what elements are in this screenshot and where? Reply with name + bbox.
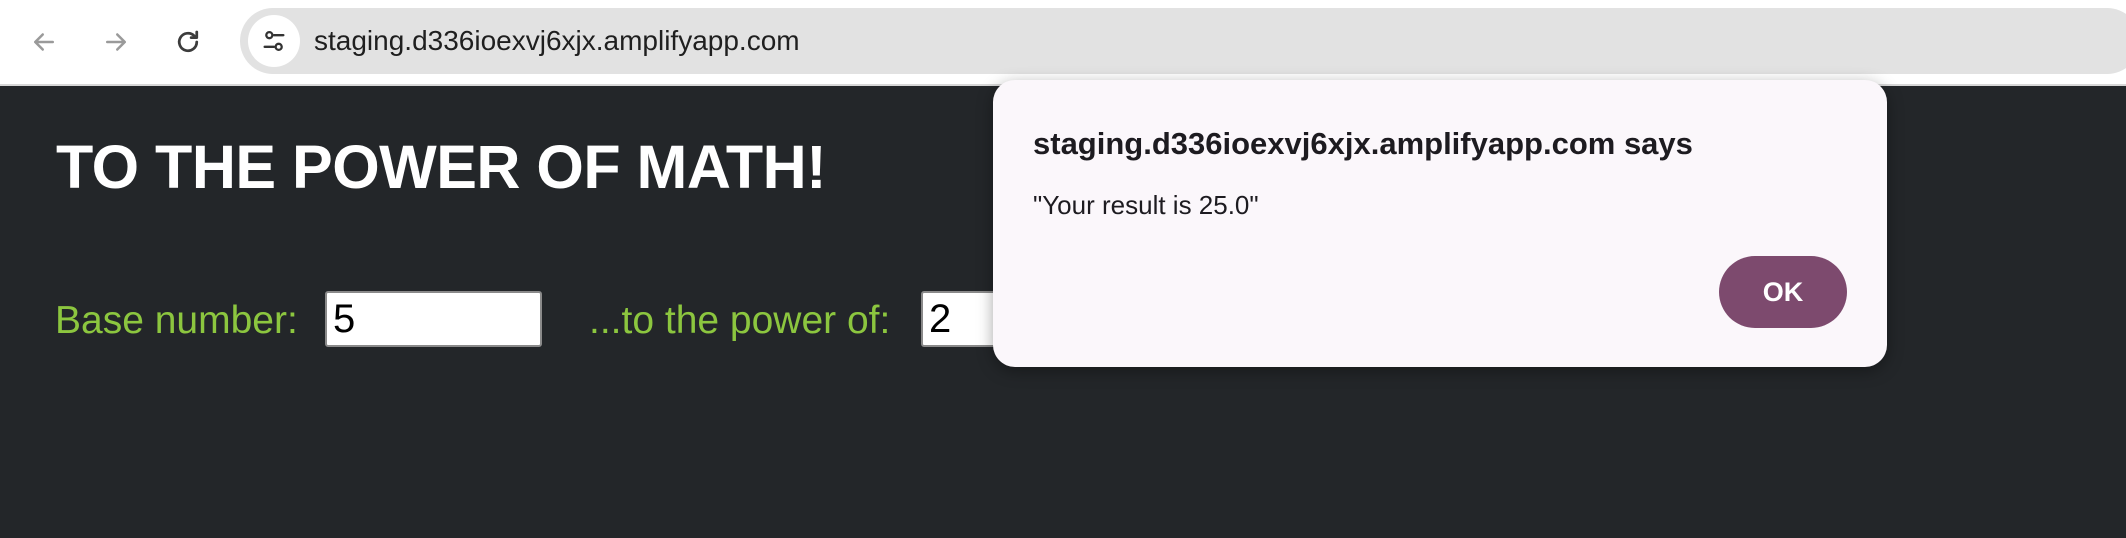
ok-button[interactable]: OK <box>1719 256 1847 328</box>
tune-icon <box>263 30 285 52</box>
base-number-input[interactable] <box>325 291 542 347</box>
base-number-label: Base number: <box>55 299 298 342</box>
back-button[interactable] <box>14 14 74 70</box>
browser-toolbar: staging.d336ioexvj6xjx.amplifyapp.com <box>0 0 2126 86</box>
dialog-title: staging.d336ioexvj6xjx.amplifyapp.com sa… <box>1033 126 1693 161</box>
arrow-right-icon <box>106 33 126 51</box>
arrow-left-icon <box>34 33 54 51</box>
alert-dialog: staging.d336ioexvj6xjx.amplifyapp.com sa… <box>993 80 1887 367</box>
dialog-message: "Your result is 25.0" <box>1033 190 1259 220</box>
url-text[interactable]: staging.d336ioexvj6xjx.amplifyapp.com <box>314 8 800 74</box>
power-label: ...to the power of: <box>589 299 891 342</box>
reload-button[interactable] <box>158 14 218 70</box>
address-bar[interactable]: staging.d336ioexvj6xjx.amplifyapp.com <box>240 8 2126 74</box>
page-title: TO THE POWER OF MATH! <box>56 133 827 201</box>
reload-icon <box>177 30 199 53</box>
site-info-button[interactable] <box>248 15 300 67</box>
forward-button[interactable] <box>86 14 146 70</box>
